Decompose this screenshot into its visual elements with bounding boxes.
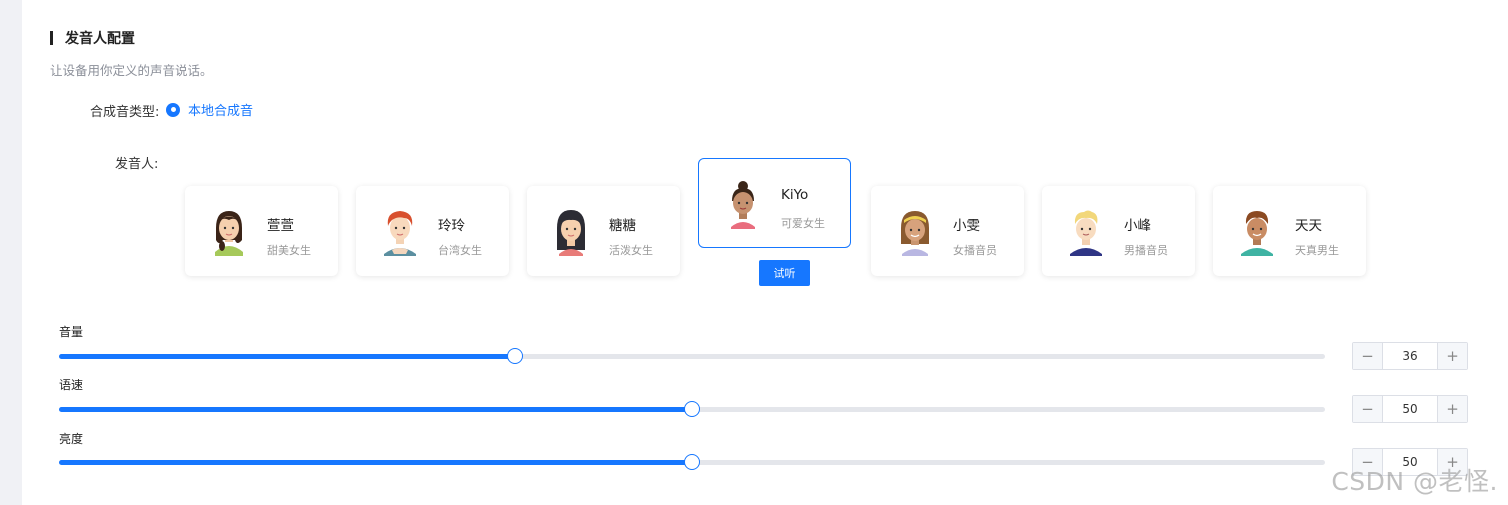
local-synthesis-radio[interactable]: 本地合成音	[166, 100, 253, 119]
speaker-desc: 活泼女生	[609, 244, 653, 257]
volume-slider[interactable]	[59, 348, 1325, 364]
brightness-slider[interactable]	[59, 454, 1325, 470]
synthesis-type-label: 合成音类型:	[90, 105, 160, 120]
speaker-card-kiyo[interactable]: KiYo 可爱女生	[698, 158, 851, 248]
title-bar-marker	[50, 31, 53, 45]
local-synthesis-radio-label: 本地合成音	[188, 104, 254, 119]
speaker-card-lingling[interactable]: 玲玲 台湾女生	[356, 186, 509, 276]
volume-input[interactable]	[1383, 343, 1437, 369]
speaker-card-xiaofeng[interactable]: 小峰 男播音员	[1042, 186, 1195, 276]
girl-long-hair-avatar-icon	[557, 210, 585, 256]
speaker-card-tiantian[interactable]: 天天 天真男生	[1213, 186, 1366, 276]
brightness-label: 亮度	[59, 432, 84, 446]
speaker-name: 糖糖	[609, 218, 636, 234]
try-listen-button[interactable]: 试听	[759, 260, 810, 286]
speed-slider-fill	[59, 407, 692, 412]
section-description: 让设备用你定义的声音说话。	[50, 63, 213, 78]
boy-brown-hair-avatar-icon	[1241, 211, 1273, 256]
speed-input[interactable]	[1383, 396, 1437, 422]
speaker-desc: 女播音员	[953, 244, 997, 257]
speaker-desc: 可爱女生	[781, 217, 825, 230]
section-title-text: 发音人配置	[65, 31, 135, 47]
speaker-name: 小雯	[953, 218, 980, 234]
speaker-desc: 甜美女生	[267, 244, 311, 257]
speaker-card-xiaowen[interactable]: 小雯 女播音员	[871, 186, 1024, 276]
brightness-slider-thumb[interactable]	[684, 454, 700, 470]
speaker-desc: 男播音员	[1124, 244, 1168, 257]
volume-decrease-button[interactable]: −	[1353, 343, 1383, 369]
volume-stepper: − +	[1352, 342, 1468, 370]
brightness-slider-fill	[59, 460, 692, 465]
section-title: 发音人配置	[50, 28, 135, 48]
girl-bun-avatar-icon	[731, 181, 755, 229]
speaker-desc: 台湾女生	[438, 244, 482, 257]
volume-label: 音量	[59, 325, 84, 339]
girl-red-hair-avatar-icon	[384, 211, 416, 256]
speaker-card-xuanxuan[interactable]: 萱萱 甜美女生	[185, 186, 338, 276]
left-rail	[0, 0, 22, 505]
speed-slider-thumb[interactable]	[684, 401, 700, 417]
csdn-watermark: CSDN @老怪.	[1331, 467, 1498, 496]
volume-slider-fill	[59, 354, 515, 359]
speed-label: 语速	[59, 378, 84, 392]
speaker-name: 天天	[1295, 218, 1322, 234]
radio-checked-icon	[166, 102, 180, 117]
speed-stepper: − +	[1352, 395, 1468, 423]
girl-braid-avatar-icon	[215, 211, 243, 256]
man-blond-avatar-icon	[1070, 210, 1102, 256]
speed-decrease-button[interactable]: −	[1353, 396, 1383, 422]
speed-increase-button[interactable]: +	[1437, 396, 1467, 422]
speaker-name: 萱萱	[267, 218, 294, 234]
volume-increase-button[interactable]: +	[1437, 343, 1467, 369]
volume-slider-thumb[interactable]	[506, 348, 523, 364]
speaker-name: 小峰	[1124, 218, 1151, 234]
speaker-name: KiYo	[781, 187, 809, 203]
speed-slider[interactable]	[59, 401, 1325, 417]
speaker-card-tangtang[interactable]: 糖糖 活泼女生	[527, 186, 680, 276]
speaker-desc: 天真男生	[1295, 244, 1339, 257]
speaker-name: 玲玲	[438, 218, 465, 234]
woman-headband-avatar-icon	[901, 211, 929, 256]
speaker-label: 发音人:	[115, 157, 159, 172]
